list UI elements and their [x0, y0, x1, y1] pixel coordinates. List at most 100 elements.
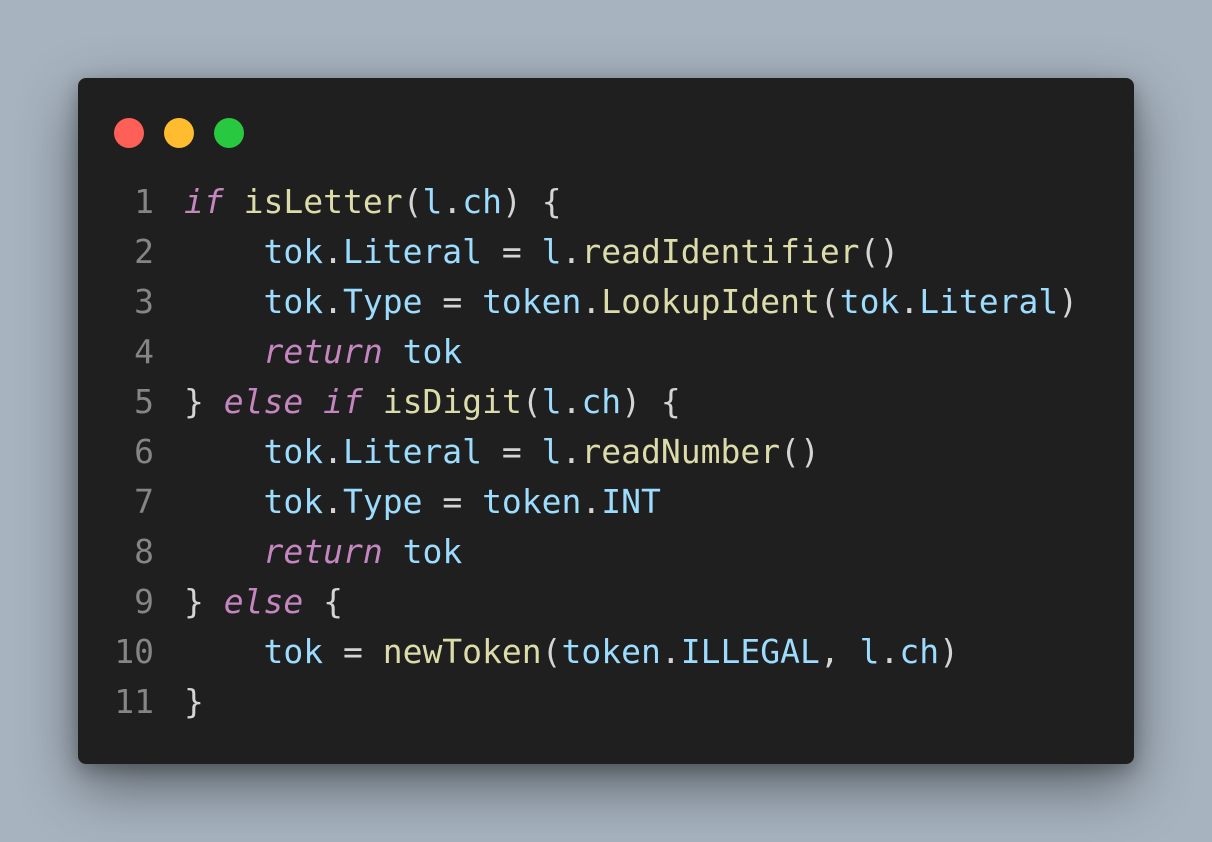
code-token: readNumber — [581, 432, 781, 471]
code-token: . — [561, 232, 582, 271]
code-token: tok — [839, 282, 900, 321]
line-number: 8 — [134, 532, 154, 571]
code-token: l — [541, 232, 562, 271]
code-token: ( — [402, 182, 423, 221]
code-token: = — [482, 432, 542, 471]
code-token: ILLEGAL — [680, 632, 820, 671]
code-text: return tok — [184, 327, 462, 377]
line-number: 2 — [134, 232, 154, 271]
code-token: tok — [263, 282, 324, 321]
code-token: ( — [819, 282, 840, 321]
line-number: 7 — [134, 482, 154, 521]
code-token: ( — [521, 382, 542, 421]
maximize-button[interactable] — [214, 118, 244, 148]
minimize-button[interactable] — [164, 118, 194, 148]
code-token: . — [581, 482, 602, 521]
code-token: = — [422, 482, 483, 521]
code-token: . — [660, 632, 681, 671]
code-token: isLetter — [243, 182, 403, 221]
code-token: tok — [263, 632, 324, 671]
line-number: 6 — [134, 432, 154, 471]
code-token: else — [223, 582, 304, 621]
code-token: . — [581, 282, 602, 321]
code-token: { — [303, 582, 343, 621]
code-text: tok.Type = token.LookupIdent(tok.Literal… — [184, 277, 1078, 327]
code-token: ) { — [621, 382, 681, 421]
code-token: isDigit — [382, 382, 522, 421]
code-token: = — [323, 632, 383, 671]
code-token: ) { — [501, 182, 562, 221]
code-token: . — [323, 232, 343, 271]
line-number: 4 — [134, 332, 154, 371]
code-token: tok — [402, 332, 463, 371]
code-token: return — [263, 532, 383, 571]
code-token: Literal — [342, 232, 483, 271]
line-number: 11 — [114, 682, 154, 721]
code-token: else — [223, 382, 304, 421]
code-token: ) — [939, 632, 959, 671]
code-token: ch — [581, 382, 622, 421]
code-token: , — [819, 632, 860, 671]
code-token: Literal — [342, 432, 483, 471]
code-token: } — [184, 582, 224, 621]
code-token: . — [323, 282, 343, 321]
code-token: tok — [402, 532, 463, 571]
code-token: } — [184, 382, 224, 421]
code-token: newToken — [382, 632, 542, 671]
code-text: } else if isDigit(l.ch) { — [184, 377, 681, 427]
code-token: INT — [601, 482, 661, 521]
code-token: . — [442, 182, 463, 221]
code-token: () — [780, 432, 820, 471]
code-token: tok — [263, 432, 324, 471]
code-text: tok.Literal = l.readNumber() — [184, 427, 820, 477]
code-text: tok.Type = token.INT — [184, 477, 661, 527]
code-token: ch — [462, 182, 502, 221]
line-number: 5 — [134, 382, 154, 421]
code-token: = — [422, 282, 483, 321]
code-token: l — [541, 382, 562, 421]
code-token: token — [561, 632, 661, 671]
line-number: 9 — [134, 582, 154, 621]
code-text: } — [184, 677, 204, 727]
code-token: . — [561, 432, 582, 471]
code-token: . — [879, 632, 900, 671]
code-token: . — [323, 482, 343, 521]
code-text: return tok — [184, 527, 462, 577]
code-token: ( — [541, 632, 562, 671]
code-token: tok — [263, 482, 324, 521]
line-number: 10 — [114, 632, 154, 671]
code-token: Type — [342, 282, 423, 321]
code-token: l — [422, 182, 443, 221]
code-token: ) — [1058, 282, 1079, 321]
close-button[interactable] — [114, 118, 144, 148]
code-token: ch — [899, 632, 940, 671]
code-window: 1 if isLetter(l.ch) {2 tok.Literal = l.re… — [78, 78, 1134, 764]
code-text: } else { — [184, 577, 343, 627]
code-token: = — [482, 232, 542, 271]
code-token: tok — [263, 232, 324, 271]
code-token: if — [323, 382, 363, 421]
code-token: Type — [342, 482, 423, 521]
code-text: if isLetter(l.ch) { — [184, 177, 562, 227]
code-token: } — [184, 682, 204, 721]
code-token: if — [184, 182, 224, 221]
line-number: 3 — [134, 282, 154, 321]
line-number: 1 — [134, 182, 154, 221]
code-token: () — [859, 232, 900, 271]
code-token: l — [541, 432, 562, 471]
code-token: LookupIdent — [601, 282, 820, 321]
code-token: . — [899, 282, 920, 321]
code-token: l — [859, 632, 880, 671]
code-token: return — [263, 332, 383, 371]
